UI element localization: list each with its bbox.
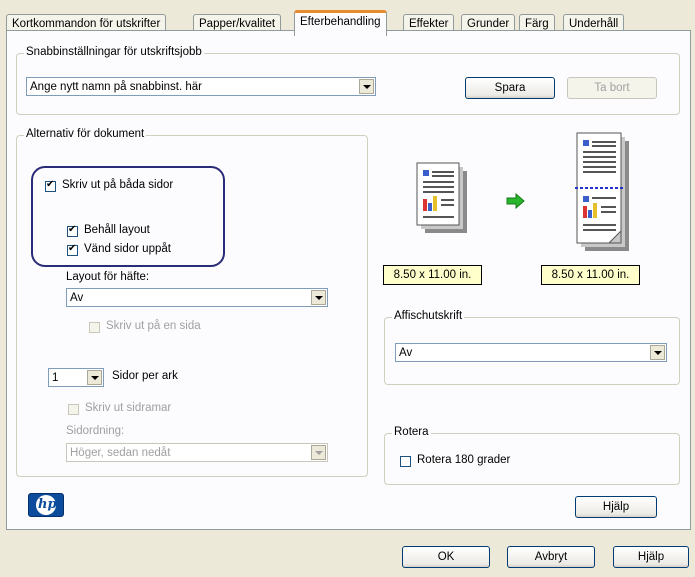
page-order-value: Höger, sedan nedåt — [70, 447, 171, 459]
rotate-legend: Rotera — [392, 426, 431, 438]
poster-printing-legend: Affischutskrift — [392, 310, 465, 322]
page-order-label: Sidordning: — [66, 425, 125, 437]
flip-pages-label: Vänd sidor uppåt — [84, 243, 171, 255]
one-side-label: Skriv ut på en sida — [106, 320, 201, 332]
duplex-checkbox[interactable] — [45, 179, 56, 192]
hp-logo: hp — [28, 493, 64, 517]
poster-printing-value: Av — [399, 347, 413, 359]
chevron-down-icon[interactable] — [311, 290, 326, 305]
flip-pages-checkbox[interactable] — [67, 243, 78, 256]
document-options-legend: Alternativ för dokument — [24, 128, 147, 140]
help-inner-button[interactable]: Hjälp — [575, 496, 657, 518]
page-borders-label: Skriv ut sidramar — [85, 402, 172, 414]
quick-settings-legend: Snabbinställningar för utskriftsjobb — [24, 46, 204, 58]
delete-button[interactable]: Ta bort — [567, 77, 657, 99]
help-button[interactable]: Hjälp — [613, 546, 689, 568]
one-side-checkbox[interactable] — [89, 322, 100, 333]
pages-per-sheet-combo[interactable]: 1 — [48, 368, 104, 387]
chevron-down-icon[interactable] — [87, 370, 102, 385]
keep-layout-checkbox[interactable] — [67, 224, 78, 237]
booklet-layout-value: Av — [70, 292, 84, 304]
hp-logo-text: hp — [38, 497, 57, 512]
output-size-box: 8.50 x 11.00 in. — [541, 265, 640, 285]
tab-page-finishing: Snabbinställningar för utskriftsjobb Ang… — [6, 30, 691, 530]
arrow-right-icon — [506, 193, 525, 209]
single-page-preview-icon — [416, 162, 467, 233]
poster-printing-combo[interactable]: Av — [395, 343, 667, 362]
page-order-combo[interactable]: Höger, sedan nedåt — [66, 443, 328, 462]
rotate-180-checkbox[interactable] — [400, 456, 411, 467]
quick-settings-name-combo[interactable]: Ange nytt namn på snabbinst. här — [26, 77, 376, 96]
ok-button[interactable]: OK — [402, 546, 490, 568]
source-size-box: 8.50 x 11.00 in. — [383, 265, 482, 285]
keep-layout-label: Behåll layout — [84, 224, 150, 236]
duplex-label: Skriv ut på båda sidor — [62, 179, 174, 191]
pages-per-sheet-label: Sidor per ark — [112, 370, 178, 382]
quick-settings-name-value: Ange nytt namn på snabbinst. här — [30, 81, 202, 93]
booklet-layout-label: Layout för häfte: — [66, 271, 150, 283]
tab-finishing[interactable]: Efterbehandling — [294, 10, 387, 36]
chevron-down-icon[interactable] — [311, 445, 326, 460]
save-button[interactable]: Spara — [465, 77, 555, 99]
chevron-down-icon[interactable] — [650, 345, 665, 360]
chevron-down-icon[interactable] — [359, 79, 374, 94]
rotate-180-label: Rotera 180 grader — [417, 454, 511, 466]
pages-per-sheet-value: 1 — [52, 372, 59, 384]
poster-printing-group: Affischutskrift Av — [384, 310, 680, 385]
cancel-button[interactable]: Avbryt — [507, 546, 595, 568]
page-borders-checkbox[interactable] — [68, 404, 79, 415]
duplex-pages-preview-icon — [575, 132, 629, 251]
quick-settings-group: Snabbinställningar för utskriftsjobb Ang… — [16, 46, 680, 115]
booklet-layout-combo[interactable]: Av — [66, 288, 328, 307]
hp-logo-circle: hp — [36, 495, 57, 515]
